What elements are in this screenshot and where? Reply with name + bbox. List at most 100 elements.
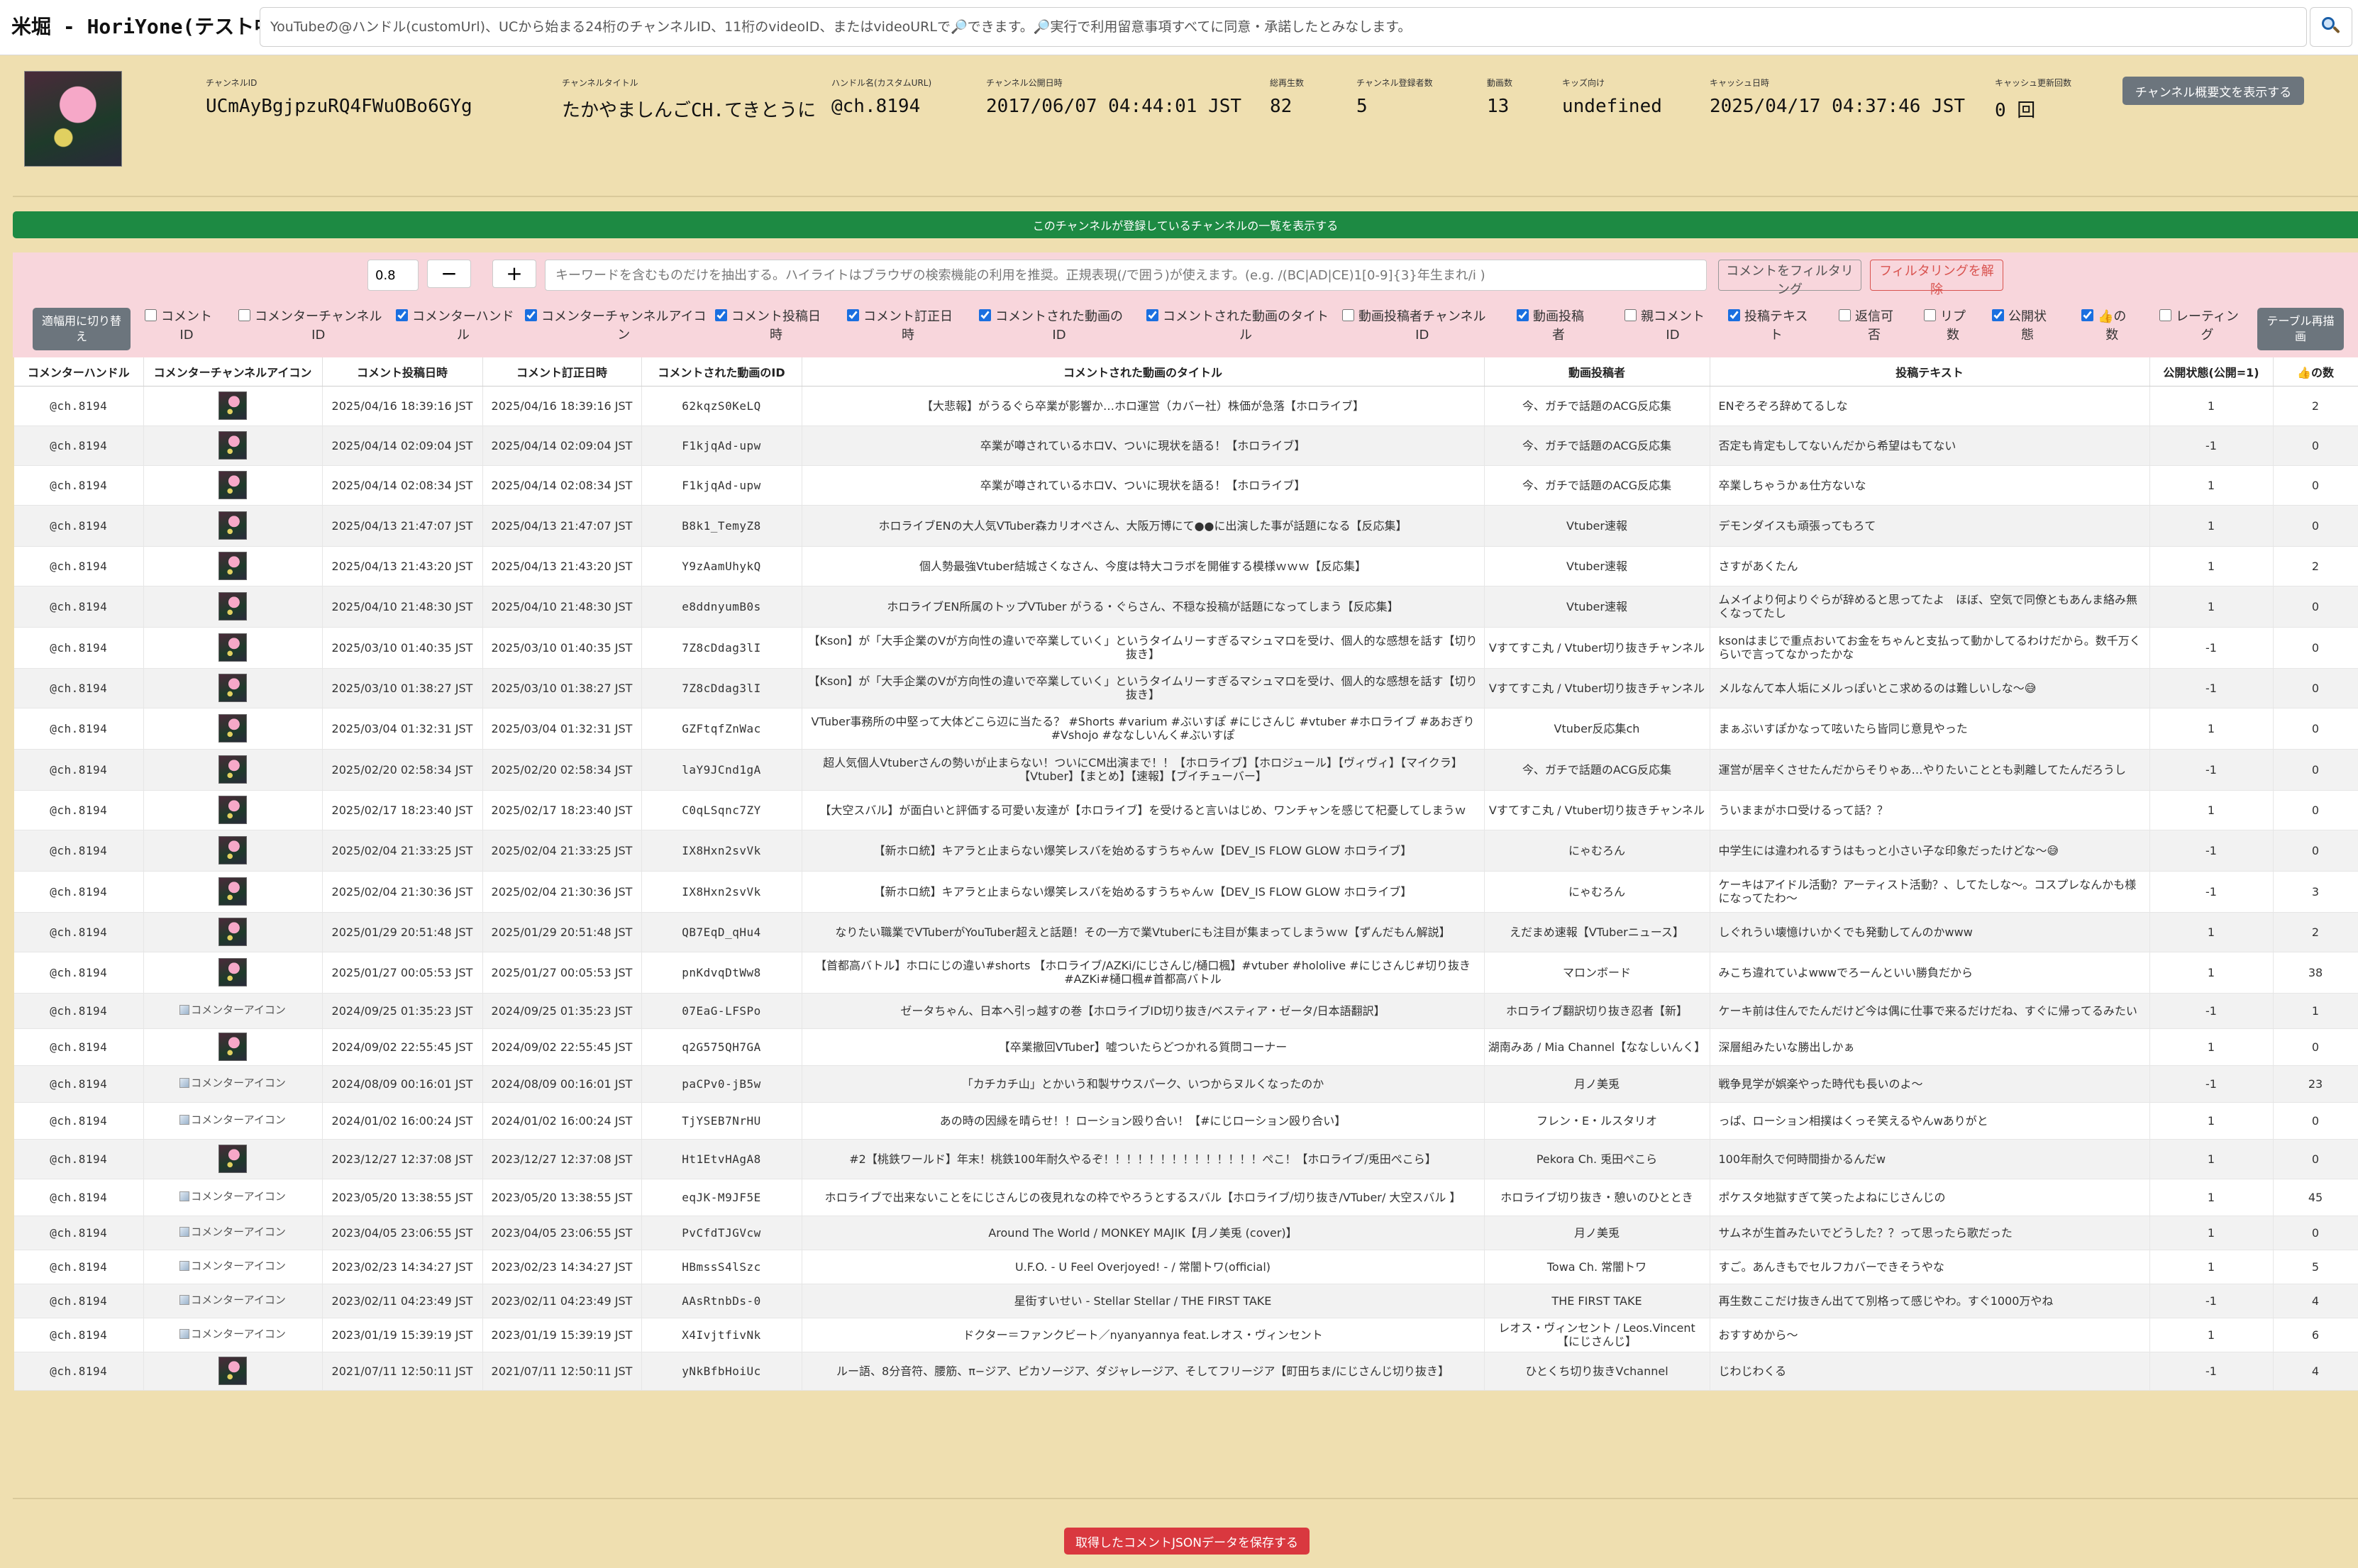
column-toggle-checkbox[interactable]: コメンターチャンネル ID bbox=[238, 308, 382, 345]
checkbox-input[interactable] bbox=[715, 309, 727, 321]
column-header[interactable]: コメントされた動画のID bbox=[641, 357, 802, 387]
table-row: @ch.8194 コメンターアイコン 2024/08/09 00:16:01 JST… bbox=[14, 1065, 2358, 1103]
commenter-avatar[interactable] bbox=[218, 836, 247, 864]
column-header[interactable]: 👍の数 bbox=[2273, 357, 2358, 387]
commenter-avatar[interactable] bbox=[218, 633, 247, 662]
checkbox-input[interactable] bbox=[847, 309, 859, 321]
broken-image-icon[interactable]: コメンターアイコン bbox=[179, 1260, 286, 1273]
checkbox-input[interactable] bbox=[1624, 309, 1637, 321]
posted-datetime-cell-text: 2023/04/05 23:06:55 JST bbox=[331, 1225, 473, 1240]
threshold-number-input[interactable] bbox=[367, 260, 419, 291]
column-header[interactable]: コメントされた動画のタイトル bbox=[802, 357, 1485, 387]
redraw-table-button[interactable]: テーブル再描 画 bbox=[2257, 308, 2344, 350]
checkbox-input[interactable] bbox=[1924, 309, 1936, 321]
commenter-avatar[interactable] bbox=[218, 958, 247, 986]
keyword-filter-input[interactable] bbox=[545, 260, 1707, 291]
checkbox-input[interactable] bbox=[1839, 309, 1851, 321]
column-header[interactable]: コメンターハンドル bbox=[14, 357, 144, 387]
checkbox-input[interactable] bbox=[1728, 309, 1740, 321]
column-header[interactable]: コメント投稿日時 bbox=[322, 357, 483, 387]
commenter-avatar[interactable] bbox=[218, 714, 247, 743]
save-json-button[interactable]: 取得したコメントJSONデータを保存する bbox=[1064, 1528, 1310, 1555]
broken-image-icon[interactable]: コメンターアイコン bbox=[179, 1190, 286, 1203]
column-toggle-checkbox[interactable]: 返信可否 bbox=[1839, 308, 1893, 345]
video-title-cell-text: ホロライブENの大人気VTuber森カリオペさん、大阪万博にて●●に出演した事が… bbox=[878, 518, 1407, 533]
commenter-avatar[interactable] bbox=[218, 1145, 247, 1173]
broken-image-icon[interactable]: コメンターアイコン bbox=[179, 1113, 286, 1127]
column-toggle-checkbox[interactable]: 親コメント ID bbox=[1624, 308, 1705, 345]
video-title-cell-text: 「カチカチ山」とかいう和製サウスパーク、いつからヌルくなったのか bbox=[961, 1077, 1324, 1091]
checkbox-input[interactable] bbox=[525, 309, 537, 321]
search-input[interactable] bbox=[260, 7, 2307, 47]
commenter-avatar[interactable] bbox=[218, 918, 247, 946]
column-header[interactable]: 公開状態(公開=1) bbox=[2149, 357, 2274, 387]
column-toggle-checkbox[interactable]: 👍の数 bbox=[2081, 308, 2126, 345]
column-toggle-checkbox[interactable]: コメント投稿日時 bbox=[715, 308, 821, 345]
checkbox-input[interactable] bbox=[979, 309, 991, 321]
column-header[interactable]: 投稿テキスト bbox=[1710, 357, 2150, 387]
checkbox-input[interactable] bbox=[1992, 309, 2004, 321]
checkbox-input[interactable] bbox=[2159, 309, 2171, 321]
show-channel-description-button[interactable]: チャンネル概要文を表示する bbox=[2122, 77, 2304, 105]
broken-image-icon[interactable]: コメンターアイコン bbox=[179, 1328, 286, 1341]
checkbox-input[interactable] bbox=[1146, 309, 1158, 321]
commenter-avatar[interactable] bbox=[218, 796, 247, 824]
column-toggle-checkbox[interactable]: コメントされた動画のタイトル bbox=[1146, 308, 1329, 345]
broken-image-icon[interactable]: コメンターアイコン bbox=[179, 1003, 286, 1017]
commenter-avatar[interactable] bbox=[218, 511, 247, 540]
commenter-avatar[interactable] bbox=[218, 471, 247, 499]
column-header[interactable]: 動画投稿者 bbox=[1484, 357, 1710, 387]
broken-image-icon[interactable]: コメンターアイコン bbox=[179, 1225, 286, 1239]
edited-datetime-cell-text: 2025/01/29 20:51:48 JST bbox=[491, 925, 633, 939]
column-toggle-checkbox[interactable]: 動画投稿者 bbox=[1517, 308, 1584, 345]
checkbox-input[interactable] bbox=[1342, 309, 1354, 321]
toggle-width-button[interactable]: 適幅用に切り替 え bbox=[33, 308, 131, 350]
commenter-avatar[interactable] bbox=[218, 755, 247, 784]
broken-image-icon[interactable]: コメンターアイコン bbox=[179, 1077, 286, 1090]
commenter-avatar[interactable] bbox=[218, 674, 247, 702]
checkbox-input[interactable] bbox=[145, 309, 157, 321]
video-title-cell: 個人勢最強Vtuber結城さくなさん、今度は特大コラボを開催する模様ｗｗｗ【反応… bbox=[802, 546, 1485, 586]
clear-filter-button[interactable]: フィルタリングを解除 bbox=[1870, 260, 2003, 297]
video-title-cell: ホロライブEN所属のトップVTuber がうる・ぐらさん、不穏な投稿が話題になっ… bbox=[802, 586, 1485, 628]
column-toggle-checkbox[interactable]: コメンターチャンネルアイコン bbox=[525, 308, 707, 345]
checkbox-input[interactable] bbox=[1517, 309, 1529, 321]
broken-image-icon[interactable]: コメンターアイコン bbox=[179, 1294, 286, 1307]
comment-text-cell: ksonはまじで重点おいてお金をちゃんと支払って動かしてるわけだから。数千万くら… bbox=[1710, 627, 2150, 669]
posted-datetime-cell: 2025/04/14 02:09:04 JST bbox=[322, 426, 483, 466]
commenter-avatar[interactable] bbox=[218, 1033, 247, 1061]
video-id-cell-text: e8ddnyumB0s bbox=[682, 599, 761, 613]
commenter-avatar[interactable] bbox=[218, 552, 247, 580]
column-header[interactable]: コメント訂正日時 bbox=[482, 357, 642, 387]
column-toggle-checkbox[interactable]: コメンターハンドル bbox=[396, 308, 514, 345]
table-row: @ch.8194 2025/03/04 01:32:31 JST 2025/03/0… bbox=[14, 708, 2358, 750]
column-toggle-checkbox[interactable]: リプ数 bbox=[1924, 308, 1966, 345]
column-header[interactable]: コメンターチャンネルアイコン bbox=[143, 357, 323, 387]
column-toggle-checkbox[interactable]: レーティング bbox=[2159, 308, 2239, 345]
edited-datetime-cell: 2025/04/14 02:08:34 JST bbox=[482, 465, 642, 506]
column-toggle-checkbox[interactable]: 公開状態 bbox=[1992, 308, 2047, 345]
commenter-avatar[interactable] bbox=[218, 592, 247, 621]
checkbox-input[interactable] bbox=[396, 309, 408, 321]
checkbox-input[interactable] bbox=[2081, 309, 2093, 321]
filter-comments-button[interactable]: コメントをフィルタリング bbox=[1718, 260, 1861, 297]
commenter-avatar[interactable] bbox=[218, 877, 247, 906]
comment-text-cell-text: ケーキはアイドル活動？アーティスト活動？、してたしな〜。コスプレなんかも様になっ… bbox=[1718, 878, 2137, 905]
edited-datetime-cell-text: 2023/02/23 14:34:27 JST bbox=[491, 1260, 633, 1274]
show-subscriptions-button[interactable]: このチャンネルが登録しているチャンネルの一覧を表示する bbox=[13, 211, 2358, 238]
increment-button[interactable]: + bbox=[492, 260, 536, 288]
column-toggle-checkbox[interactable]: コメント ID bbox=[145, 308, 212, 345]
column-toggle-checkbox[interactable]: 動画投稿者チャンネル ID bbox=[1342, 308, 1485, 345]
checkbox-label-line: 態 bbox=[2021, 328, 2034, 343]
commenter-avatar[interactable] bbox=[218, 1357, 247, 1385]
commenter-avatar[interactable] bbox=[218, 391, 247, 420]
column-toggle-checkbox[interactable]: コメント訂正日時 bbox=[847, 308, 953, 345]
search-button[interactable] bbox=[2310, 7, 2352, 47]
column-toggle-checkbox[interactable]: コメントされた動画の ID bbox=[979, 308, 1123, 345]
decrement-button[interactable]: − bbox=[427, 260, 471, 288]
edited-datetime-cell-text: 2025/04/14 02:09:04 JST bbox=[491, 438, 633, 452]
commenter-avatar[interactable] bbox=[218, 431, 247, 460]
checkbox-input[interactable] bbox=[238, 309, 250, 321]
column-toggle-checkbox[interactable]: 投稿テキスト bbox=[1728, 308, 1808, 345]
likes-cell-text: 0 bbox=[2311, 1225, 2320, 1240]
